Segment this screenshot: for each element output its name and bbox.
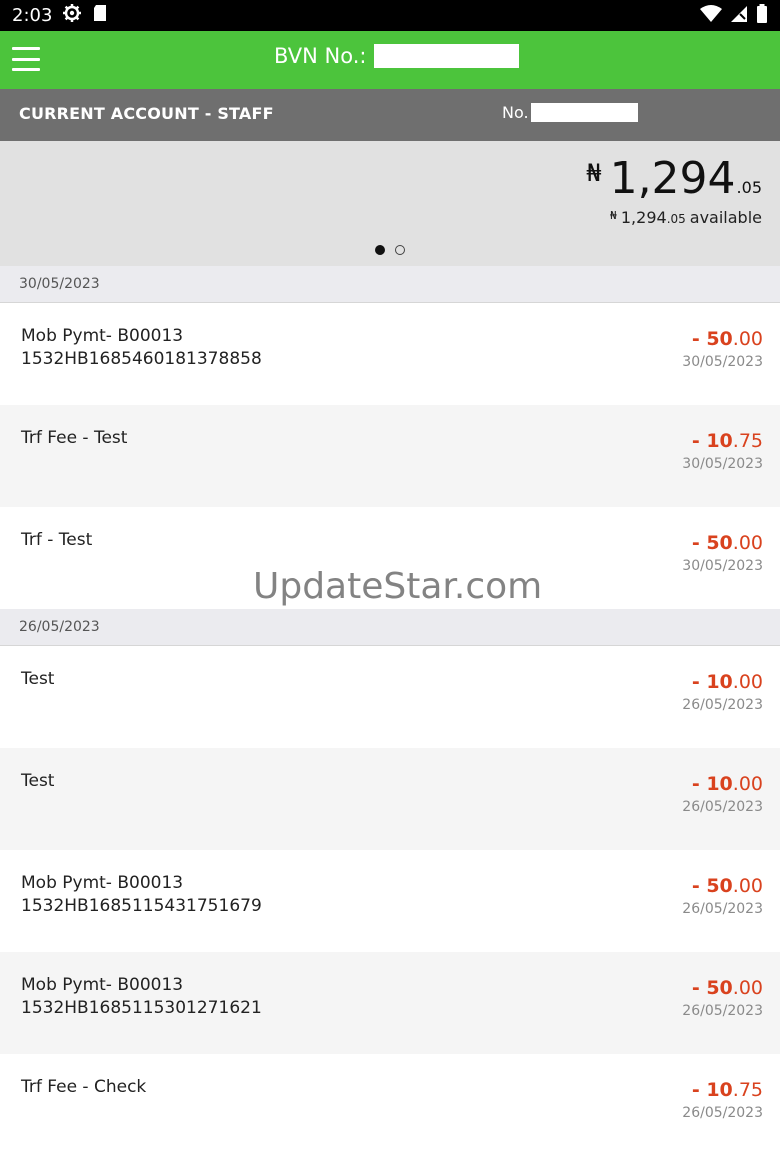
transaction-reference: 1532HB1685115301271621 — [21, 998, 262, 1018]
bvn-label: BVN No.: — [274, 44, 367, 68]
transaction-amount: - 50.00 — [692, 532, 763, 554]
ledger-balance: ₦ 1,294 .05 — [586, 153, 762, 204]
transaction-row[interactable]: Trf Fee - Test - 10.75 30/05/2023 — [0, 405, 780, 507]
date-group-header: 26/05/2023 — [0, 609, 780, 646]
transaction-date: 26/05/2023 — [682, 901, 763, 917]
transaction-description: Test — [21, 668, 54, 691]
transaction-description: Trf Fee - Check — [21, 1076, 146, 1099]
available-label: available — [689, 208, 762, 227]
balance-integer: 1,294 — [609, 153, 736, 204]
transaction-row[interactable]: Mob Pymt- B00013 1532HB1685115431751679 - … — [0, 850, 780, 952]
account-number: No. — [502, 103, 638, 122]
transaction-reference: 1532HB1685115431751679 — [21, 896, 262, 916]
amount-decimal: .00 — [732, 328, 763, 350]
transaction-amount: - 50.00 — [692, 328, 763, 350]
status-bar: 2:03 — [0, 0, 780, 31]
transaction-narration: Mob Pymt- B00013 — [21, 975, 184, 995]
transaction-date: 26/05/2023 — [682, 799, 763, 815]
transaction-row[interactable]: Mob Pymt- B00013 1532HB1685460181378858 - … — [0, 303, 780, 405]
amount-integer: - 10 — [691, 773, 733, 795]
amount-integer: - 10 — [691, 1079, 733, 1101]
transaction-list: 30/05/2023 Mob Pymt- B00013 1532HB16854601… — [0, 266, 780, 1156]
transaction-narration: Test — [21, 669, 55, 689]
transaction-row[interactable]: Test - 10.00 26/05/2023 — [0, 646, 780, 748]
transaction-amount: - 10.75 — [692, 430, 763, 452]
transaction-date: 30/05/2023 — [682, 558, 763, 574]
amount-decimal: .00 — [732, 773, 763, 795]
amount-decimal: .00 — [732, 671, 763, 693]
transaction-description: Mob Pymt- B00013 1532HB1685115431751679 — [21, 872, 262, 918]
transaction-amount: - 10.75 — [692, 1079, 763, 1101]
transaction-amount: - 10.00 — [692, 671, 763, 693]
page-dot-active[interactable] — [375, 245, 385, 255]
amount-decimal: .75 — [732, 1079, 763, 1101]
currency-symbol-small: ₦ — [609, 209, 617, 222]
transaction-description: Trf Fee - Test — [21, 427, 127, 450]
transaction-reference: 1532HB1685460181378858 — [21, 349, 262, 369]
cellular-signal-icon — [730, 5, 748, 27]
battery-icon — [756, 3, 768, 28]
transaction-date: 26/05/2023 — [682, 697, 763, 713]
transaction-description: Mob Pymt- B00013 1532HB1685115301271621 — [21, 974, 262, 1020]
hamburger-menu-icon[interactable] — [12, 47, 40, 71]
transaction-amount: - 10.00 — [692, 773, 763, 795]
transaction-row[interactable]: Trf - Test - 50.00 30/05/2023 — [0, 507, 780, 609]
account-number-redacted-box — [530, 103, 638, 122]
transaction-narration: Mob Pymt- B00013 — [21, 873, 184, 893]
transaction-narration: Mob Pymt- B00013 — [21, 326, 184, 346]
sd-card-icon — [92, 4, 108, 27]
balance-decimal: .05 — [736, 178, 762, 197]
balance-panel[interactable]: ₦ 1,294 .05 ₦ 1,294.05 available — [0, 141, 780, 266]
available-integer: 1,294 — [620, 208, 667, 227]
amount-integer: - 10 — [691, 671, 733, 693]
transaction-narration: Trf Fee - Check — [21, 1077, 147, 1097]
page-indicator — [375, 245, 405, 255]
transaction-narration: Test — [21, 771, 55, 791]
account-header[interactable]: CURRENT ACCOUNT - STAFF No. — [0, 89, 780, 141]
transaction-row[interactable]: Mob Pymt- B00013 1532HB1685115301271621 - … — [0, 952, 780, 1054]
transaction-row[interactable]: Trf Fee - Check - 10.75 26/05/2023 — [0, 1054, 780, 1156]
amount-integer: - 10 — [691, 430, 733, 452]
bvn-display: BVN No.: — [274, 44, 520, 68]
currency-symbol: ₦ — [586, 159, 602, 187]
transaction-row[interactable]: Test - 10.00 26/05/2023 — [0, 748, 780, 850]
transaction-amount: - 50.00 — [692, 875, 763, 897]
amount-decimal: .00 — [732, 875, 763, 897]
amount-decimal: .00 — [732, 977, 763, 999]
amount-integer: - 50 — [691, 532, 733, 554]
amount-integer: - 50 — [691, 328, 733, 350]
amount-decimal: .75 — [732, 430, 763, 452]
page-dot-inactive[interactable] — [395, 245, 405, 255]
account-number-label: No. — [502, 103, 529, 122]
status-time: 2:03 — [12, 5, 53, 26]
settings-gear-icon — [62, 3, 82, 28]
amount-integer: - 50 — [691, 875, 733, 897]
bvn-redacted-box — [374, 44, 520, 68]
transaction-date: 30/05/2023 — [682, 354, 763, 370]
transaction-amount: - 50.00 — [692, 977, 763, 999]
transaction-date: 26/05/2023 — [682, 1105, 763, 1121]
app-bar: BVN No.: — [0, 31, 780, 89]
transaction-description: Mob Pymt- B00013 1532HB1685460181378858 — [21, 325, 262, 371]
wifi-icon — [700, 4, 722, 27]
amount-integer: - 50 — [691, 977, 733, 999]
transaction-narration: Trf Fee - Test — [21, 428, 128, 448]
available-balance: ₦ 1,294.05 available — [610, 208, 762, 227]
transaction-date: 26/05/2023 — [682, 1003, 763, 1019]
transaction-description: Trf - Test — [21, 529, 92, 552]
available-decimal: .05 — [666, 212, 686, 226]
account-name: CURRENT ACCOUNT - STAFF — [19, 104, 274, 123]
transaction-date: 30/05/2023 — [682, 456, 763, 472]
transaction-description: Test — [21, 770, 54, 793]
date-group-header: 30/05/2023 — [0, 266, 780, 303]
transaction-narration: Trf - Test — [21, 530, 93, 550]
amount-decimal: .00 — [732, 532, 763, 554]
